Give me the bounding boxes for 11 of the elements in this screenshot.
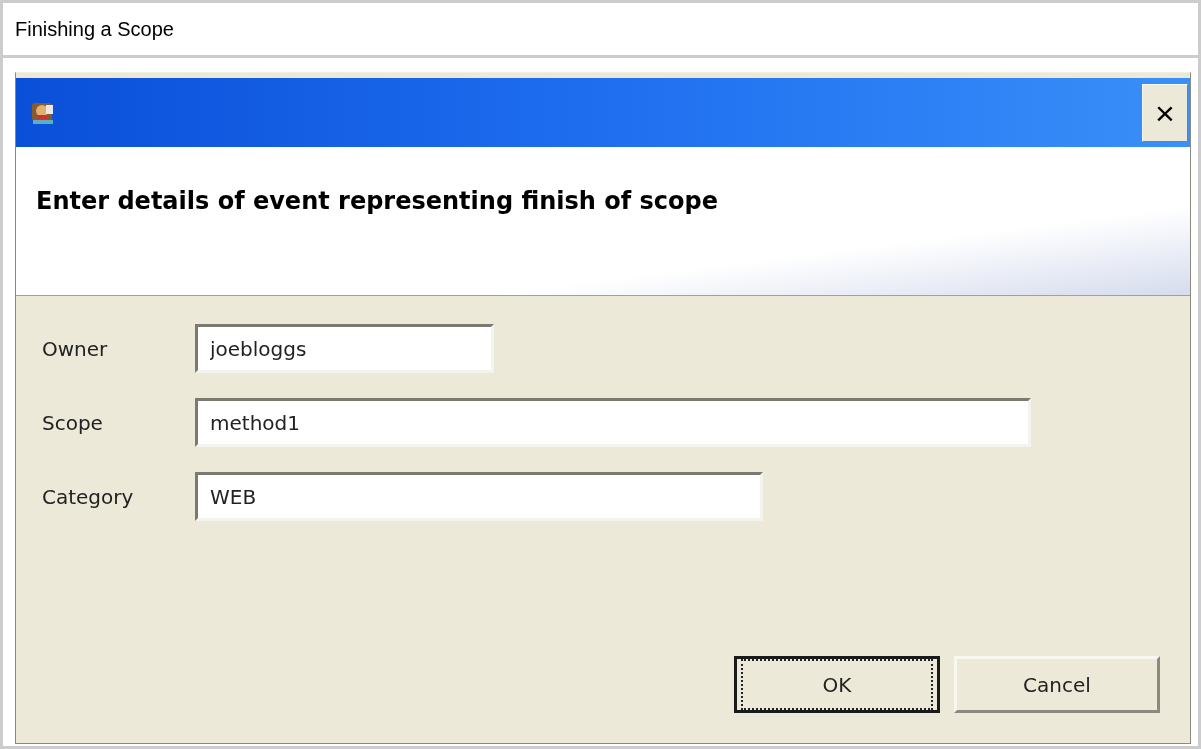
panel-title: Finishing a Scope (15, 17, 174, 42)
text-field[interactable]: joebloggs (195, 324, 494, 373)
close-button[interactable]: × (1142, 83, 1188, 142)
dialog-button[interactable]: Cancel (954, 656, 1160, 713)
text-field[interactable]: method1 (195, 398, 1031, 447)
text-field[interactable]: WEB (195, 472, 763, 521)
dialog-button[interactable]: OK (734, 656, 940, 713)
field-label: Category (42, 483, 135, 511)
field-label: Scope (42, 409, 104, 437)
dialog-heading: Enter details of event representing finish of scope (36, 187, 718, 215)
field-label: Owner (42, 335, 109, 363)
